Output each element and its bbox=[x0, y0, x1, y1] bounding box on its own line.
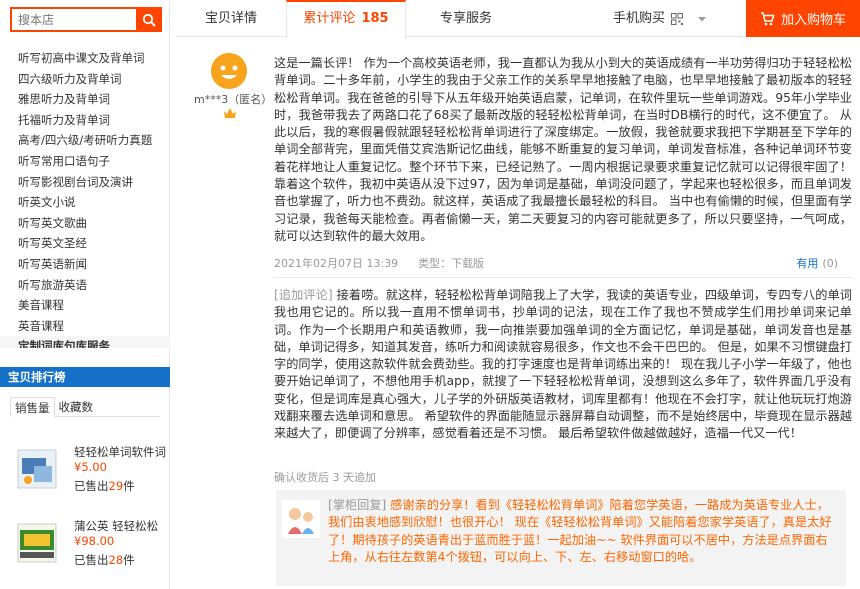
search-button[interactable] bbox=[136, 7, 162, 32]
divider bbox=[274, 277, 852, 278]
cart-icon bbox=[760, 11, 775, 25]
product-sold: 已售出28件 bbox=[74, 552, 135, 568]
tab-sales[interactable]: 销售量 bbox=[10, 397, 55, 417]
category-item[interactable]: 听写英文圣经 bbox=[0, 233, 170, 254]
product-image bbox=[17, 523, 57, 563]
review-text: 这是一篇长评！ 作为一个高校英语老师，我一直都认为我从小到大的英语成绩有一半功劳… bbox=[274, 56, 852, 243]
shop-search bbox=[10, 7, 162, 32]
tab-reviews-label: 累计评论 bbox=[303, 11, 356, 26]
shop-sidebar: 听写初高中课文及背单词 四六级听力及背单词 雅思听力及背单词 托福听力及背单词 … bbox=[0, 0, 170, 589]
seller-avatar bbox=[282, 500, 320, 538]
avatar bbox=[211, 53, 247, 89]
product-name[interactable]: 蒲公英 轻轻松松 bbox=[74, 518, 158, 534]
helpful-count: (0) bbox=[822, 257, 838, 270]
crown-icon bbox=[224, 108, 236, 118]
add-to-cart-button[interactable]: 加入购物车 bbox=[746, 0, 860, 37]
ranking-product[interactable]: 轻轻松单词软件词 ¥5.00 已售出29件 bbox=[12, 444, 170, 510]
ranking-product[interactable]: 蒲公英 轻轻松松 ¥98.00 已售出28件 bbox=[12, 518, 170, 584]
sold-suffix: 件 bbox=[123, 479, 135, 493]
category-item[interactable]: 美音课程 bbox=[0, 295, 170, 316]
sold-prefix: 已售出 bbox=[74, 553, 109, 567]
phone-buy-button[interactable]: 手机购买 bbox=[613, 0, 707, 37]
review-list: m***3（匿名） 这是一篇长评！ 作为一个高校英语老师，我一直都认为我从小到大… bbox=[176, 37, 860, 589]
category-item[interactable]: 听写常用口语句子 bbox=[0, 151, 170, 172]
review-meta: 2021年02月07日 13:39 类型：下载版 有用 (0) bbox=[274, 255, 846, 271]
product-image bbox=[17, 449, 57, 489]
category-item[interactable]: 听英文小说 bbox=[0, 192, 170, 213]
category-item[interactable]: 听写初高中课文及背单词 bbox=[0, 48, 170, 69]
category-item-partial[interactable] bbox=[0, 36, 170, 48]
sold-count: 28 bbox=[108, 553, 124, 567]
qr-code-icon bbox=[671, 12, 684, 25]
product-price: ¥98.00 bbox=[74, 534, 115, 548]
search-input[interactable] bbox=[10, 7, 136, 32]
sold-suffix: 件 bbox=[123, 553, 135, 567]
product-price: ¥5.00 bbox=[74, 460, 107, 474]
reply-text: [掌柜回复] 感谢亲的分享！看到《轻轻松松背单词》陪着您学英语，一路成为英语专业… bbox=[328, 497, 836, 566]
category-item[interactable]: 听写旅游英语 bbox=[0, 275, 170, 296]
category-item[interactable]: 听写影视剧台词及演讲 bbox=[0, 172, 170, 193]
category-item[interactable]: 听写英语新闻 bbox=[0, 254, 170, 275]
tab-favorites[interactable]: 收藏数 bbox=[55, 397, 98, 416]
search-icon bbox=[142, 13, 156, 26]
tab-service[interactable]: 专享服务 bbox=[406, 0, 526, 37]
category-item-custom[interactable]: 定制词库句库服务 bbox=[0, 336, 170, 348]
ranking-title: 宝贝排行榜 bbox=[0, 367, 170, 387]
helpful-button[interactable]: 有用 (0) bbox=[796, 255, 838, 271]
sold-prefix: 已售出 bbox=[74, 479, 109, 493]
review-date: 2021年02月07日 13:39 bbox=[274, 257, 399, 270]
phone-buy-label: 手机购买 bbox=[613, 11, 666, 26]
product-name[interactable]: 轻轻松单词软件词 bbox=[74, 444, 166, 460]
seller-reply: [掌柜回复] 感谢亲的分享！看到《轻轻松松背单词》陪着您学英语，一路成为英语专业… bbox=[276, 490, 846, 586]
append-meta: 确认收货后 3 天追加 bbox=[274, 471, 376, 484]
product-sold: 已售出29件 bbox=[74, 478, 135, 494]
reply-label: [掌柜回复] bbox=[328, 498, 387, 512]
review-type: 类型：下载版 bbox=[418, 257, 485, 270]
category-item[interactable]: 四六级听力及背单词 bbox=[0, 69, 170, 90]
helpful-label: 有用 bbox=[796, 257, 819, 270]
ranking-tabs: 销售量 收藏数 bbox=[10, 397, 160, 417]
reviewer-name: m***3（匿名） bbox=[194, 93, 273, 106]
append-text: 接着唠。就这样，轻轻松松背单词陪我上了大学，我读的英语专业，四级单词，专四专八的… bbox=[274, 288, 852, 441]
add-to-cart-label: 加入购物车 bbox=[780, 13, 846, 28]
category-item[interactable]: 托福听力及背单词 bbox=[0, 110, 170, 131]
reviewer: m***3（匿名） bbox=[176, 53, 272, 133]
category-item[interactable]: 听写英文歌曲 bbox=[0, 213, 170, 234]
append-review-text: [追加评论] 接着唠。就这样，轻轻松松背单词陪我上了大学，我读的英语专业，四级单… bbox=[274, 287, 852, 443]
category-list: 听写初高中课文及背单词 四六级听力及背单词 雅思听力及背单词 托福听力及背单词 … bbox=[0, 36, 170, 348]
reply-body: 感谢亲的分享！看到《轻轻松松背单词》陪着您学英语，一路成为英语专业人士，我们由衷… bbox=[328, 498, 832, 564]
category-item[interactable]: 高考/四六级/考研听力真题 bbox=[0, 130, 170, 151]
detail-tab-bar: 宝贝详情 累计评论 185 专享服务 手机购买 加入购物车 bbox=[176, 0, 860, 38]
category-item[interactable]: 雅思听力及背单词 bbox=[0, 89, 170, 110]
tab-reviews[interactable]: 累计评论 185 bbox=[286, 0, 406, 38]
chevron-down-icon bbox=[698, 16, 707, 21]
category-item[interactable]: 英音课程 bbox=[0, 316, 170, 337]
review-count: 185 bbox=[361, 11, 389, 26]
append-label: [追加评论] bbox=[274, 288, 333, 302]
sold-count: 29 bbox=[108, 479, 124, 493]
tab-details[interactable]: 宝贝详情 bbox=[176, 0, 286, 37]
